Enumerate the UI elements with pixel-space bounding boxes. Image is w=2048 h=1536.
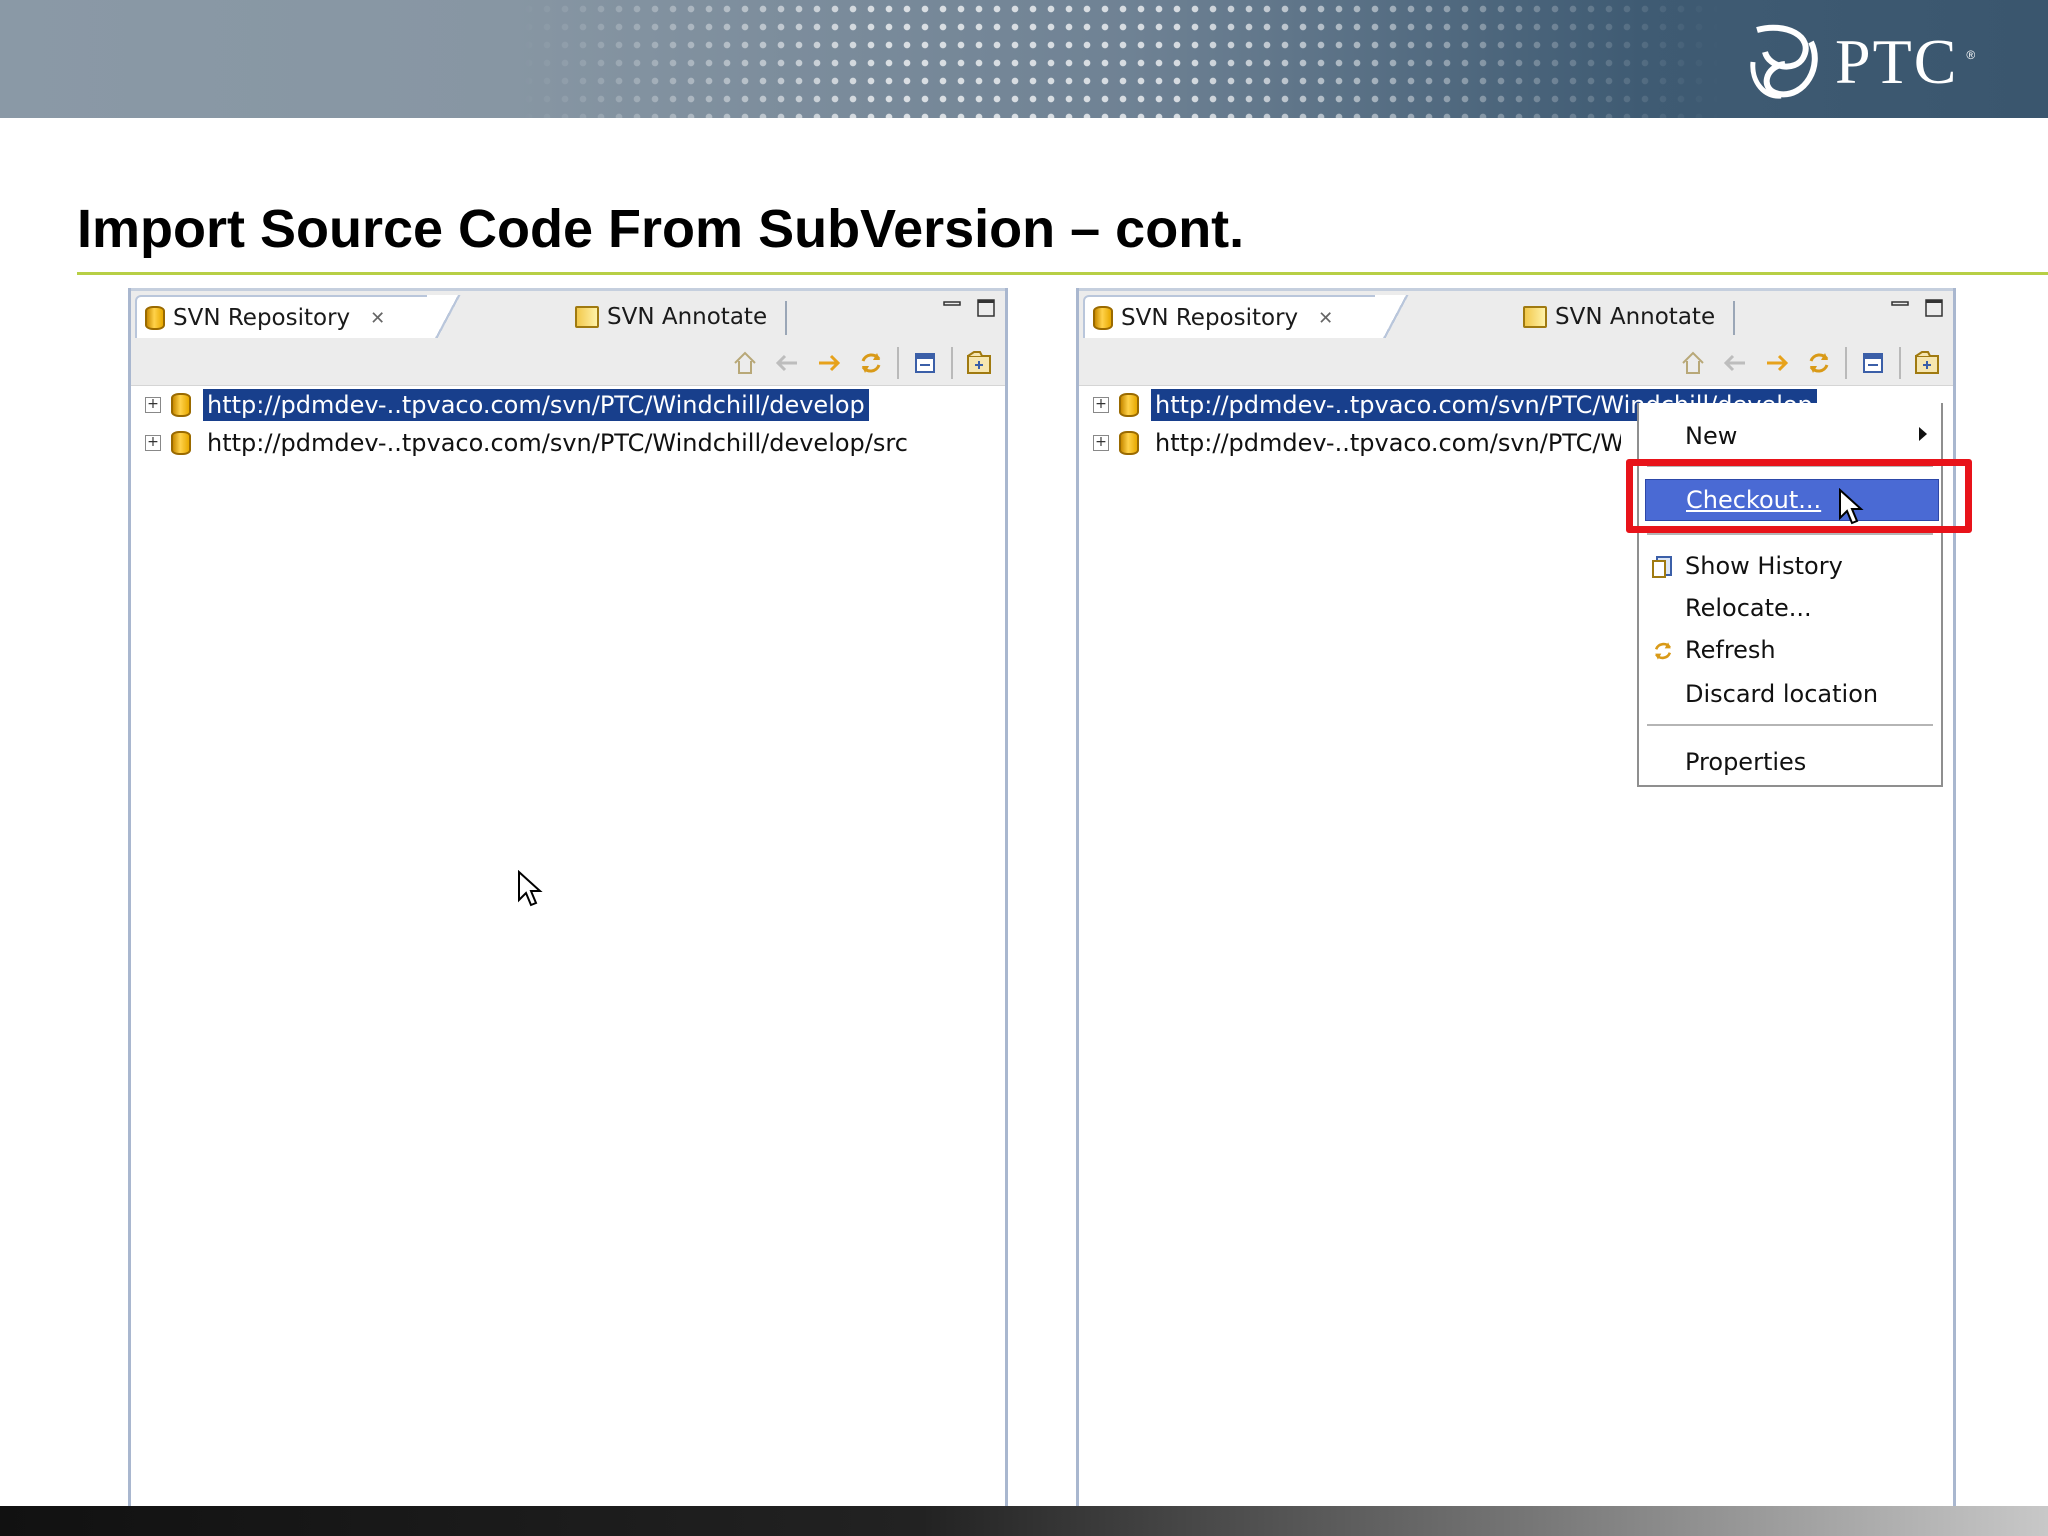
forward-button[interactable]	[813, 347, 845, 379]
new-repository-icon	[967, 351, 991, 374]
view-toolbar	[1079, 338, 1953, 386]
toolbar-separator	[897, 347, 899, 379]
mouse-pointer-icon	[518, 870, 543, 907]
repository-location-icon	[171, 393, 191, 417]
view-toolbar	[131, 338, 1005, 386]
menu-item-relocate[interactable]: Relocate...	[1639, 587, 1941, 629]
new-repository-button[interactable]	[1911, 347, 1943, 379]
expand-toggle-icon[interactable]: +	[1093, 397, 1109, 413]
back-icon	[1723, 354, 1745, 372]
close-icon[interactable]: ✕	[370, 308, 385, 329]
menu-separator	[1647, 724, 1933, 726]
view-tab-bar: SVN Repository ✕ SVN Annotate	[1079, 288, 1953, 341]
menu-item-discard-location[interactable]: Discard location	[1639, 673, 1941, 715]
ptc-logo: PTC ®	[1745, 22, 1975, 102]
tab-svn-annotate[interactable]: SVN Annotate	[1391, 295, 1741, 339]
repository-location-icon	[171, 431, 191, 455]
slide-header-banner: PTC ®	[0, 0, 2048, 118]
collapse-all-icon	[915, 353, 935, 373]
repository-location-icon	[1119, 393, 1139, 417]
mouse-pointer-icon	[1839, 488, 1864, 525]
collapse-all-icon	[1863, 353, 1883, 373]
svn-annotate-icon	[1523, 306, 1547, 328]
slide-footer-strip	[0, 1506, 2048, 1536]
tab-label: SVN Annotate	[607, 304, 768, 330]
collapse-all-button[interactable]	[909, 347, 941, 379]
refresh-button[interactable]	[855, 347, 887, 379]
menu-item-label: Show History	[1685, 552, 1843, 580]
minimize-icon[interactable]	[1891, 299, 1909, 317]
tree-item[interactable]: + http://pdmdev-..tpvaco.com/svn/PTC/Win…	[131, 386, 1005, 424]
back-button[interactable]	[771, 347, 803, 379]
callout-highlight-box	[1626, 459, 1972, 533]
view-tab-bar: SVN Repository ✕ SVN Annotate	[131, 288, 1005, 341]
tab-svn-repository[interactable]: SVN Repository ✕	[135, 295, 467, 341]
menu-separator	[1647, 533, 1933, 535]
toolbar-separator	[951, 347, 953, 379]
menu-item-label: Properties	[1685, 748, 1807, 776]
maximize-icon[interactable]	[977, 299, 995, 317]
menu-item-new[interactable]: New	[1639, 415, 1941, 457]
slide-title: Import Source Code From SubVersion – con…	[77, 199, 1245, 259]
forward-button[interactable]	[1761, 347, 1793, 379]
expand-toggle-icon[interactable]: +	[145, 397, 161, 413]
registered-mark: ®	[1966, 48, 1976, 62]
forward-icon	[819, 354, 841, 372]
repository-url[interactable]: http://pdmdev-..tpvaco.com/svn/PTC/Windc…	[1151, 427, 1621, 459]
menu-item-label: Refresh	[1685, 636, 1776, 664]
repository-url[interactable]: http://pdmdev-..tpvaco.com/svn/PTC/Windc…	[203, 389, 869, 421]
refresh-icon	[1809, 353, 1829, 373]
minimize-icon[interactable]	[943, 299, 961, 317]
svn-repository-icon	[1093, 306, 1113, 330]
forward-icon	[1767, 354, 1789, 372]
go-home-icon	[1682, 351, 1704, 374]
tab-svn-annotate[interactable]: SVN Annotate	[443, 295, 793, 339]
tab-svn-repository[interactable]: SVN Repository ✕	[1083, 295, 1415, 341]
back-button[interactable]	[1719, 347, 1751, 379]
refresh-icon	[1654, 642, 1672, 660]
maximize-icon[interactable]	[1925, 299, 1943, 317]
halftone-pattern	[520, 0, 1720, 118]
ptc-logo-mark-icon	[1750, 24, 1818, 99]
refresh-icon	[861, 353, 881, 373]
tab-label: SVN Repository	[173, 305, 351, 331]
new-repository-icon	[1915, 351, 1939, 374]
new-repository-button[interactable]	[963, 347, 995, 379]
svn-annotate-icon	[575, 306, 599, 328]
go-home-button[interactable]	[1677, 347, 1709, 379]
svn-repository-view-left: SVN Repository ✕ SVN Annotate + http://p…	[128, 288, 1008, 1522]
tree-item[interactable]: + http://pdmdev-..tpvaco.com/svn/PTC/Win…	[131, 424, 1005, 462]
go-home-button[interactable]	[729, 347, 761, 379]
repository-url[interactable]: http://pdmdev-..tpvaco.com/svn/PTC/Windc…	[203, 427, 912, 459]
collapse-all-button[interactable]	[1857, 347, 1889, 379]
menu-item-show-history[interactable]: Show History	[1639, 545, 1941, 587]
refresh-button[interactable]	[1803, 347, 1835, 379]
expand-toggle-icon[interactable]: +	[145, 435, 161, 451]
repository-tree: + http://pdmdev-..tpvaco.com/svn/PTC/Win…	[131, 386, 1005, 462]
toolbar-separator	[1899, 347, 1901, 379]
menu-item-label: New	[1685, 422, 1738, 450]
repository-location-icon	[1119, 431, 1139, 455]
tab-label: SVN Repository	[1121, 305, 1299, 331]
tab-label: SVN Annotate	[1555, 304, 1716, 330]
menu-item-refresh[interactable]: Refresh	[1639, 629, 1941, 671]
ptc-logo-text: PTC	[1835, 26, 1959, 97]
back-icon	[775, 354, 797, 372]
history-icon	[1652, 556, 1672, 578]
svn-repository-icon	[145, 306, 165, 330]
go-home-icon	[734, 351, 756, 374]
menu-item-label: Relocate...	[1685, 594, 1812, 622]
expand-toggle-icon[interactable]: +	[1093, 435, 1109, 451]
menu-item-properties[interactable]: Properties	[1639, 741, 1941, 783]
close-icon[interactable]: ✕	[1318, 308, 1333, 329]
toolbar-separator	[1845, 347, 1847, 379]
title-underline	[77, 272, 2048, 275]
menu-item-label: Discard location	[1685, 680, 1879, 708]
submenu-arrow-icon	[1919, 427, 1927, 441]
